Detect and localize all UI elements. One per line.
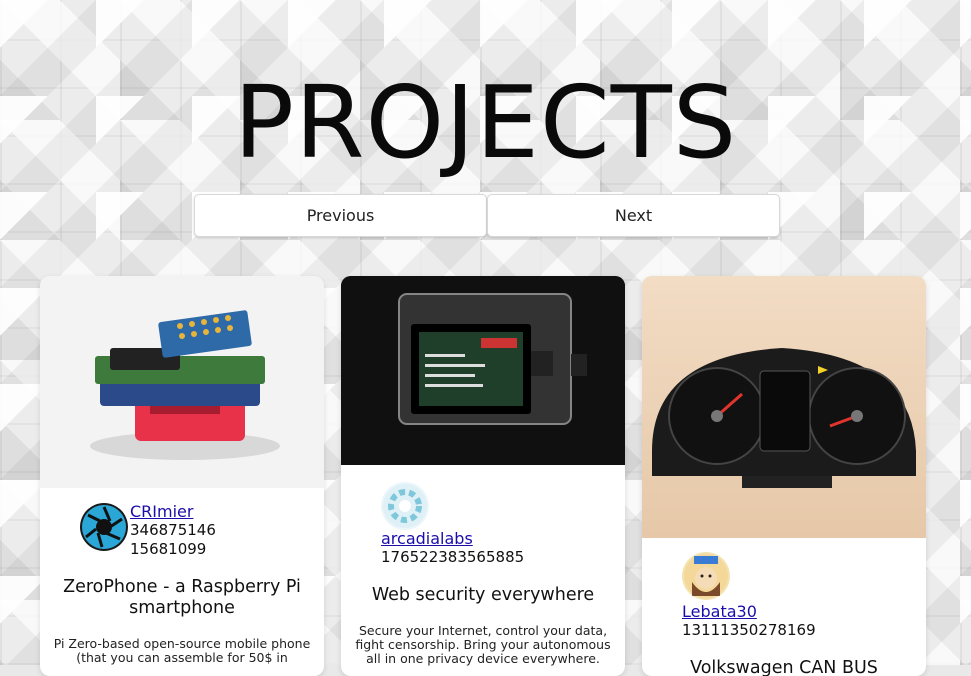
project-image[interactable] — [40, 276, 324, 488]
project-card[interactable]: CRImier 346875146 15681099 ZeroPhone - a… — [40, 276, 324, 676]
author-avatar[interactable] — [682, 552, 730, 600]
project-image[interactable] — [642, 276, 926, 538]
project-card[interactable]: Lebata30 13111350278169 Volkswagen CAN B… — [642, 276, 926, 676]
project-description: Secure your Internet, control your data,… — [355, 623, 611, 666]
project-description: Pi Zero-based open-source mobile phone (… — [53, 636, 311, 665]
author-stat: 346875146 — [130, 521, 216, 539]
author-link[interactable]: arcadialabs — [381, 529, 473, 548]
project-title[interactable]: Volkswagen CAN BUS — [652, 658, 916, 676]
next-button[interactable]: Next — [487, 194, 780, 237]
author-stat: 13111350278169 — [682, 621, 816, 639]
project-card[interactable]: arcadialabs 176522383565885 Web security… — [341, 276, 625, 676]
author-stat: 15681099 — [130, 540, 207, 558]
author-avatar[interactable] — [80, 503, 128, 551]
author-stat: 176522383565885 — [381, 548, 525, 566]
page-title: PROJECTS — [233, 64, 738, 181]
author-avatar[interactable] — [381, 482, 429, 530]
author-link[interactable]: Lebata30 — [682, 602, 757, 621]
author-link[interactable]: CRImier — [130, 502, 193, 521]
project-image[interactable] — [341, 276, 625, 465]
project-title[interactable]: Web security everywhere — [351, 585, 615, 606]
pager: Previous Next — [194, 194, 780, 237]
previous-button[interactable]: Previous — [194, 194, 487, 237]
project-title[interactable]: ZeroPhone - a Raspberry Pi smartphone — [50, 577, 314, 619]
